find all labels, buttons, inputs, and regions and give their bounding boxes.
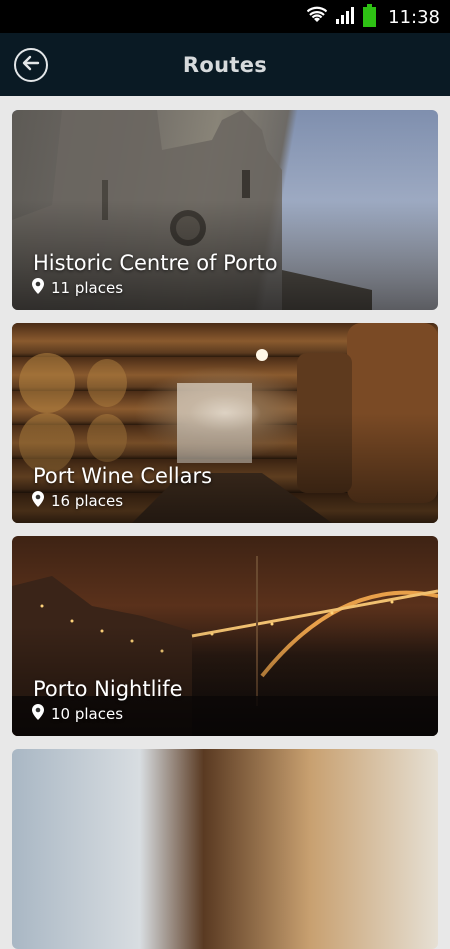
wifi-icon <box>306 6 328 28</box>
route-card-historic-centre[interactable]: Historic Centre of Porto 11 places <box>12 110 438 310</box>
route-card-porto-nightlife[interactable]: Porto Nightlife 10 places <box>12 536 438 736</box>
status-icons: 11:38 <box>306 4 440 28</box>
route-title: Historic Centre of Porto <box>33 251 278 275</box>
route-title: Porto Nightlife <box>33 677 183 701</box>
route-card-port-wine-cellars[interactable]: Port Wine Cellars 16 places <box>12 323 438 523</box>
app-bar: Routes <box>0 33 450 96</box>
location-pin-icon <box>32 491 44 511</box>
route-meta: 10 places <box>32 704 123 724</box>
route-places-count: 11 places <box>51 279 124 297</box>
page-title: Routes <box>182 52 268 77</box>
back-button[interactable] <box>14 48 48 82</box>
back-arrow-icon <box>22 54 40 76</box>
route-places-count: 16 places <box>51 492 124 510</box>
route-meta: 11 places <box>32 278 123 298</box>
battery-icon <box>363 4 377 27</box>
route-card-partial[interactable] <box>12 749 438 949</box>
status-time: 11:38 <box>388 6 440 28</box>
status-bar: 11:38 <box>0 0 450 33</box>
route-places-count: 10 places <box>51 705 124 723</box>
route-title: Port Wine Cellars <box>33 464 213 488</box>
signal-icon <box>335 6 355 28</box>
location-pin-icon <box>32 704 44 724</box>
location-pin-icon <box>32 278 44 298</box>
route-image-partial <box>12 749 438 949</box>
route-meta: 16 places <box>32 491 123 511</box>
